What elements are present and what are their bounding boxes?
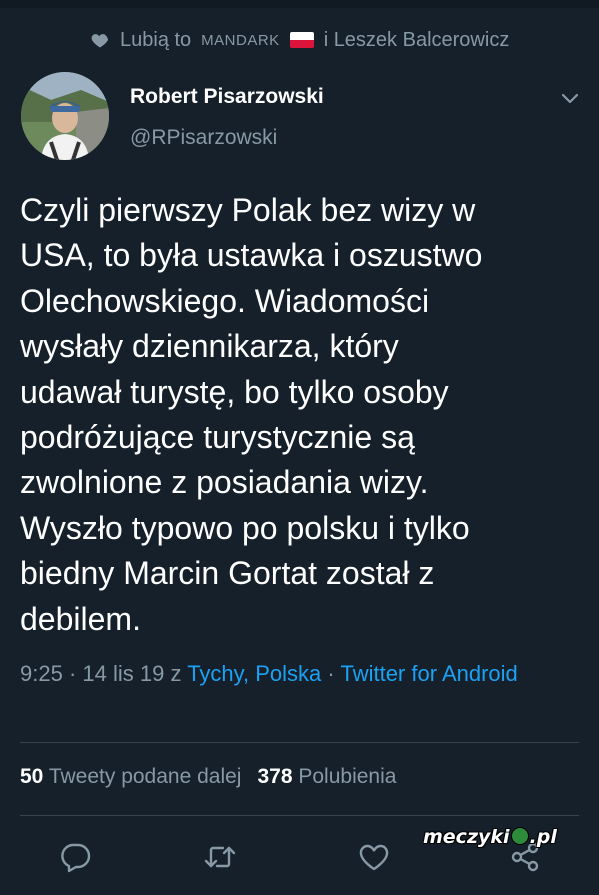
- likes-label: Polubienia: [298, 765, 397, 788]
- football-icon: [510, 827, 529, 845]
- author-name[interactable]: Robert Pisarzowski: [130, 85, 324, 109]
- tweet-client-link[interactable]: Twitter for Android: [340, 661, 517, 686]
- reply-icon[interactable]: [58, 840, 92, 874]
- like-icon[interactable]: [357, 840, 391, 874]
- tweet-detail-screen: Lubią to MANDARK i Leszek Balcerowicz Ro…: [0, 0, 599, 895]
- tweet-meta: 9:25 · 14 lis 19 z Tychy, Polska · Twitt…: [20, 657, 540, 690]
- likes-count: 378: [257, 765, 293, 788]
- poland-flag-icon: [289, 32, 314, 48]
- retweets-stat[interactable]: 50 Tweety podane dalej: [20, 765, 241, 788]
- tweet-stats: 50 Tweety podane dalej 378 Polubienia: [20, 765, 396, 789]
- liked-by-prefix: Lubią to: [120, 28, 192, 51]
- watermark-text: meczyki: [423, 826, 510, 848]
- tweet-date: 14 lis 19: [82, 661, 165, 686]
- liked-by-user[interactable]: MANDARK: [201, 32, 280, 49]
- retweets-count: 50: [20, 765, 44, 788]
- retweet-icon[interactable]: [203, 840, 237, 874]
- meta-separator: ·: [68, 661, 77, 686]
- likes-stat[interactable]: 378 Polubienia: [257, 765, 396, 788]
- meta-from: z: [170, 661, 182, 686]
- chevron-down-icon[interactable]: [558, 86, 582, 110]
- tweet-text: Czyli pierwszy Polak bez wizy w USA, to …: [20, 192, 483, 637]
- author-handle[interactable]: @RPisarzowski: [130, 126, 277, 150]
- meta-separator: ·: [327, 661, 335, 686]
- top-edge: [0, 0, 599, 8]
- divider: [20, 742, 579, 743]
- watermark-domain: .pl: [529, 826, 557, 848]
- retweets-label: Tweety podane dalej: [48, 765, 242, 788]
- liked-by-connector[interactable]: i Leszek Balcerowicz: [324, 29, 510, 52]
- heart-icon: [90, 30, 110, 50]
- divider: [20, 815, 579, 816]
- watermark-logo: meczyki .pl: [423, 826, 557, 848]
- tweet-location-link[interactable]: Tychy, Polska: [187, 661, 321, 686]
- social-context[interactable]: Lubią to MANDARK i Leszek Balcerowicz: [90, 26, 509, 54]
- tweet-time: 9:25: [20, 661, 63, 686]
- avatar[interactable]: [21, 72, 109, 160]
